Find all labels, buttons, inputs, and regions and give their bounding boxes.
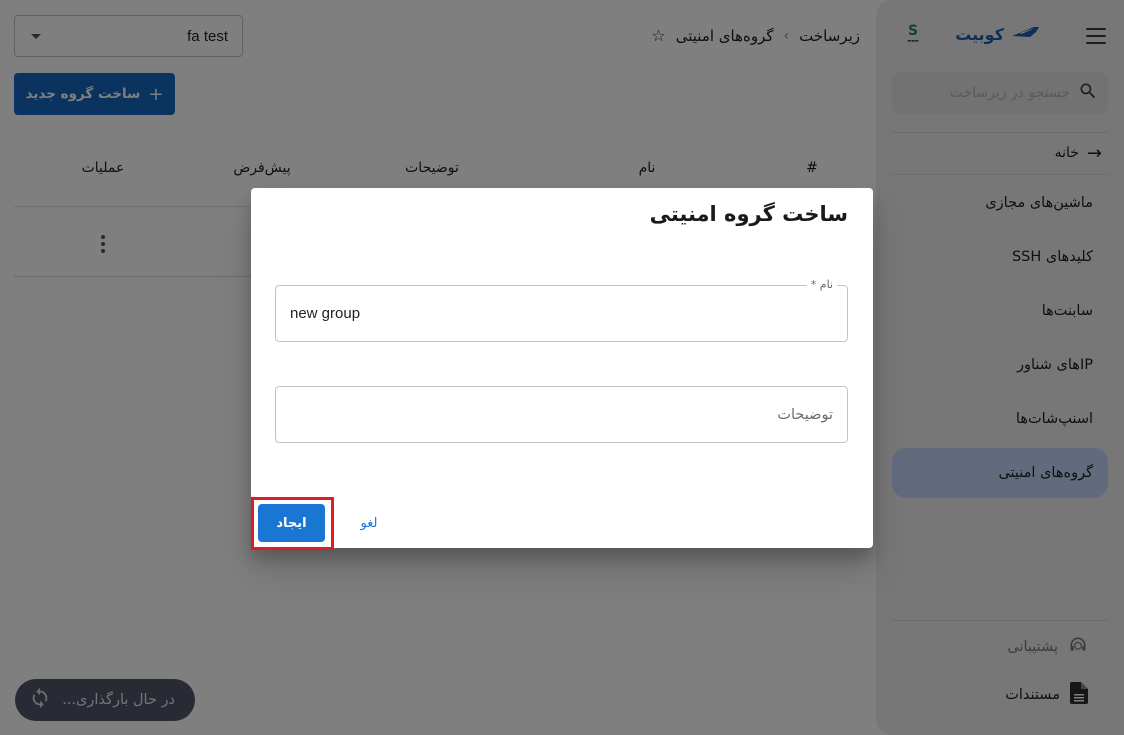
name-field-label: نام * bbox=[806, 278, 837, 292]
description-field[interactable] bbox=[275, 386, 848, 443]
dialog-actions: ایجاد لغو bbox=[251, 490, 873, 550]
create-security-group-dialog: ساخت گروه امنیتی نام * ایجاد لغو bbox=[251, 188, 873, 550]
cancel-button[interactable]: لغو bbox=[347, 504, 391, 542]
description-input[interactable] bbox=[276, 387, 847, 442]
name-field[interactable]: نام * bbox=[275, 278, 848, 342]
dialog-title: ساخت گروه امنیتی bbox=[649, 202, 848, 226]
create-button[interactable]: ایجاد bbox=[258, 504, 325, 542]
name-input[interactable] bbox=[276, 286, 847, 341]
